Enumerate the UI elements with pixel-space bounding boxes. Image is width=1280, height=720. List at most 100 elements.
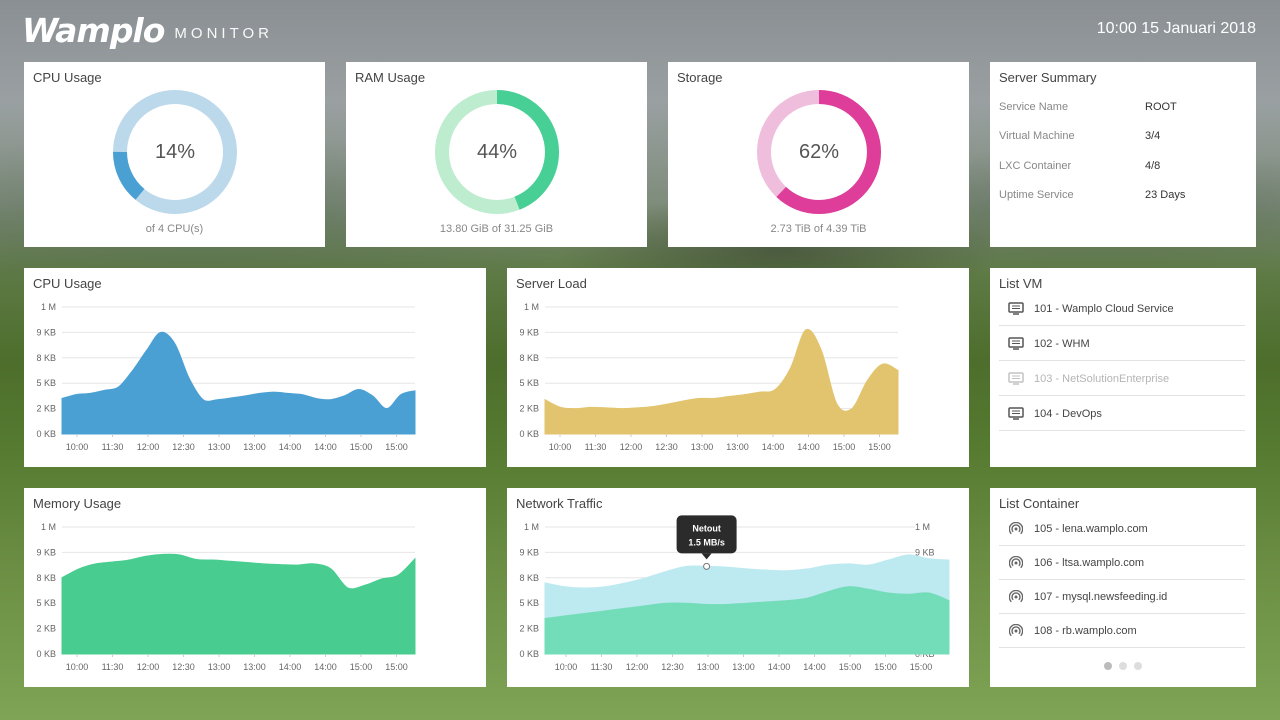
y-tick-label: 9 KB — [519, 547, 539, 557]
summary-key: Service Name — [999, 101, 1069, 113]
y-tick-label: 8 KB — [36, 573, 56, 583]
gauge-value: 62% — [798, 140, 840, 163]
series-area-load[interactable] — [544, 328, 899, 435]
x-tick-label: 13:00 — [208, 442, 231, 452]
x-tick-label: 14:00 — [314, 442, 337, 452]
x-tick-label: 14:00 — [279, 662, 302, 672]
vm-list-item[interactable]: 104 - DevOps — [999, 397, 1245, 431]
y-tick-label: 8 KB — [36, 353, 56, 363]
x-tick-label: 15:00 — [868, 442, 891, 452]
x-tick-label: 12:00 — [620, 442, 643, 452]
x-tick-label: 15:00 — [350, 662, 373, 672]
summary-value: 4/8 — [1145, 160, 1161, 172]
cpu-usage-donut: 14% — [112, 89, 238, 215]
gauge-caption: of 4 CPU(s) — [145, 223, 204, 235]
vm-list-item[interactable]: 102 - WHM — [999, 327, 1245, 361]
signal-icon — [1007, 589, 1025, 604]
x-tick-label: 10:00 — [555, 662, 578, 672]
signal-icon — [1007, 521, 1025, 536]
y-tick-label: 0 KB — [519, 649, 539, 659]
memory-usage-area-chart: 0 KB 2 KB 5 KB 8 KB 9 KB 1 M 10:00 11:30 12:00 12… — [36, 522, 416, 672]
card-title: List Container — [999, 496, 1080, 511]
container-label: 106 - ltsa.wamplo.com — [1034, 556, 1145, 569]
pagination-dot[interactable] — [1104, 662, 1112, 670]
container-list-item[interactable]: 105 - lena.wamplo.com — [999, 512, 1245, 546]
x-tick-label: 13:00 — [691, 442, 714, 452]
series-area-memory[interactable] — [61, 553, 416, 655]
y-tick-label: 2 KB — [519, 404, 539, 414]
vm-label: 102 - WHM — [1034, 337, 1090, 350]
x-tick-label: 10:00 — [66, 442, 89, 452]
vm-label: 103 - NetSolutionEnterprise — [1034, 372, 1170, 385]
container-list-item[interactable]: 106 - ltsa.wamplo.com — [999, 546, 1245, 580]
y-tick-label: 0 KB — [519, 429, 539, 439]
x-tick-label: 13:00 — [697, 662, 720, 672]
x-tick-label: 10:00 — [549, 442, 572, 452]
pagination-dot[interactable] — [1134, 662, 1142, 670]
x-tick-label: 14:00 — [803, 662, 826, 672]
y-tick-label: 8 KB — [519, 353, 539, 363]
monitor-icon — [1007, 337, 1025, 351]
y-tick-label: 9 KB — [36, 547, 56, 557]
y-tick-label: 1 M — [41, 302, 56, 312]
vm-list-item[interactable]: 103 - NetSolutionEnterprise — [999, 362, 1245, 396]
container-list-item[interactable]: 108 - rb.wamplo.com — [999, 614, 1245, 648]
container-list-item[interactable]: 107 - mysql.newsfeeding.id — [999, 580, 1245, 614]
vm-list-item[interactable]: 101 - Wamplo Cloud Service — [999, 292, 1245, 326]
ram-usage-donut: 44% — [434, 89, 560, 215]
x-tick-label: 12:30 — [172, 662, 195, 672]
x-tick-label: 15:00 — [385, 442, 408, 452]
card-title: RAM Usage — [355, 70, 426, 85]
tooltip-title: Netout — [692, 523, 721, 533]
x-tick-label: 12:00 — [137, 662, 160, 672]
x-tick-label: 14:00 — [314, 662, 337, 672]
x-tick-label: 12:30 — [172, 442, 195, 452]
storage-donut: 62% — [756, 89, 882, 215]
x-tick-label: 13:00 — [726, 442, 749, 452]
tooltip-box — [676, 515, 737, 554]
x-tick-label: 15:00 — [385, 662, 408, 672]
y-tick-label: 2 KB — [519, 624, 539, 634]
y-tick-label: 2 KB — [36, 404, 56, 414]
y-tick-label: 5 KB — [36, 378, 56, 388]
summary-value: ROOT — [1145, 101, 1177, 113]
header-datetime: 10:00 15 Januari 2018 — [1096, 20, 1256, 37]
y-tick-label: 1 M — [524, 302, 539, 312]
monitor-icon — [1007, 407, 1025, 421]
x-tick-label: 14:00 — [768, 662, 791, 672]
server-load-chart-card: Server Load 0 KB 2 KB 5 KB 8 KB 9 KB 1 M 10:00… — [507, 268, 969, 467]
x-tick-label: 15:00 — [350, 442, 373, 452]
container-label: 107 - mysql.newsfeeding.id — [1034, 590, 1168, 603]
x-tick-label: 12:00 — [137, 442, 160, 452]
y-tick-label: 8 KB — [519, 573, 539, 583]
card-title: Storage — [677, 70, 723, 85]
monitor-icon — [1007, 302, 1025, 316]
x-tick-label: 13:00 — [243, 662, 266, 672]
summary-key: Virtual Machine — [999, 130, 1075, 142]
summary-value: 3/4 — [1145, 130, 1161, 142]
x-tick-label: 13:00 — [732, 662, 755, 672]
x-tick-label: 15:00 — [833, 442, 856, 452]
container-label: 105 - lena.wamplo.com — [1034, 522, 1148, 535]
y-tick-label: 5 KB — [519, 598, 539, 608]
tooltip: Netout 1.5 MB/s — [676, 515, 737, 560]
cpu-usage-gauge-card: CPU Usage 14% of 4 CPU(s) — [24, 62, 325, 247]
signal-icon — [1007, 623, 1025, 638]
cpu-usage-area-chart: 0 KB 2 KB 5 KB 8 KB 9 KB 1 M 10:00 11:30 12:00 12… — [36, 302, 416, 452]
storage-gauge-card: Storage 62% 2.73 TiB of 4.39 TiB — [668, 62, 969, 247]
monitor-icon — [1007, 372, 1025, 386]
vm-label: 104 - DevOps — [1034, 407, 1102, 420]
tooltip-point[interactable] — [703, 562, 711, 570]
gauge-value: 44% — [476, 140, 518, 163]
x-tick-label: 13:00 — [208, 662, 231, 672]
x-tick-label: 11:30 — [102, 662, 124, 672]
network-traffic-chart-card: Network Traffic 0 KB0 KB2 KB2 KB5 KB5 KB… — [507, 488, 969, 687]
y-tick-label: 1 M — [41, 522, 56, 532]
card-title: CPU Usage — [33, 70, 102, 85]
container-label: 108 - rb.wamplo.com — [1034, 624, 1137, 637]
x-tick-label: 15:00 — [910, 662, 933, 672]
gauge-caption: 2.73 TiB of 4.39 TiB — [770, 223, 867, 235]
x-tick-label: 11:30 — [102, 442, 124, 452]
x-tick-label: 15:00 — [874, 662, 897, 672]
pagination-dot[interactable] — [1119, 662, 1127, 670]
